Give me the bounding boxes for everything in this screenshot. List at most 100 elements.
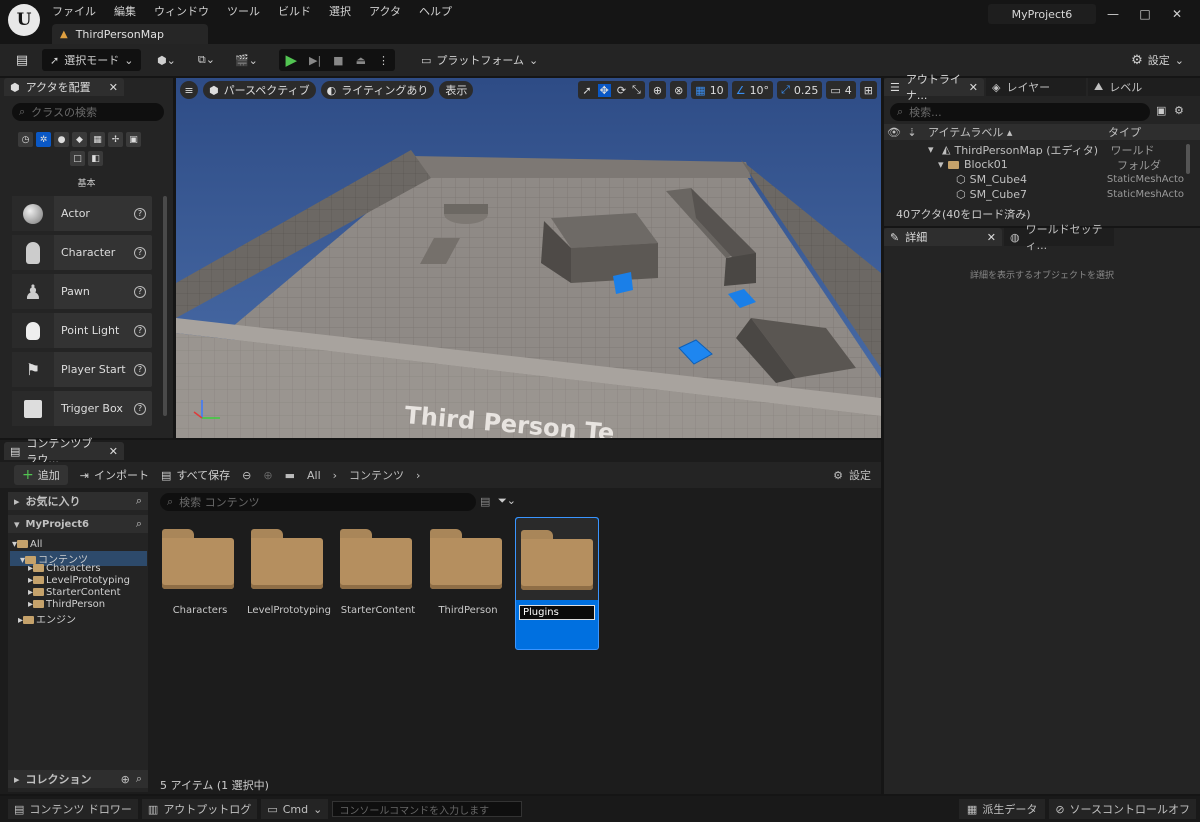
folder-tile[interactable]: LevelPrototyping bbox=[247, 521, 331, 646]
step-icon[interactable]: ▶| bbox=[309, 54, 321, 67]
forward-icon[interactable]: ⊕ bbox=[263, 469, 272, 482]
actor-item-trigger-box[interactable]: Trigger Box? bbox=[12, 391, 152, 426]
add-folder-icon[interactable]: ▣ bbox=[1156, 104, 1166, 117]
content-drawer-button[interactable]: ▤ コンテンツ ドロワー bbox=[8, 799, 138, 819]
breadcrumb-all[interactable]: All bbox=[307, 469, 321, 482]
menu-build[interactable]: ビルド bbox=[278, 3, 311, 19]
recent-icon[interactable]: ◷ bbox=[18, 132, 33, 147]
show-button[interactable]: 表示 bbox=[439, 81, 474, 99]
menu-file[interactable]: ファイル bbox=[52, 3, 96, 19]
collapse-icon[interactable]: ▾ bbox=[938, 158, 946, 171]
folder-rename-input[interactable]: Plugins bbox=[519, 605, 595, 620]
tab-content-browser[interactable]: ▤ コンテンツブラウ... ✕ bbox=[4, 437, 124, 466]
collapse-icon[interactable]: ▾ bbox=[928, 143, 936, 156]
maximize-icon[interactable]: □ bbox=[1138, 7, 1152, 21]
tree-item-characters[interactable]: ▸ Characters bbox=[28, 563, 101, 574]
actor-item-pawn[interactable]: ♟ Pawn? bbox=[12, 274, 152, 309]
import-button[interactable]: ⇥ インポート bbox=[80, 464, 149, 486]
save-search-icon[interactable]: ▤ bbox=[480, 495, 490, 508]
scrollbar[interactable] bbox=[163, 196, 167, 416]
close-icon[interactable]: ✕ bbox=[109, 445, 118, 458]
close-icon[interactable]: ✕ bbox=[969, 81, 978, 94]
outliner-row[interactable]: ▾ Block01 フォルダ bbox=[884, 157, 1184, 172]
stop-icon[interactable]: ■ bbox=[333, 54, 343, 67]
tree-item-thirdperson[interactable]: ▸ ThirdPerson bbox=[28, 599, 105, 610]
basic-icon[interactable]: ✲ bbox=[36, 132, 51, 147]
add-button[interactable]: + 追加 bbox=[14, 465, 68, 485]
menu-edit[interactable]: 編集 bbox=[114, 3, 136, 19]
help-icon[interactable]: ? bbox=[134, 207, 146, 220]
item-label-header[interactable]: アイテムラベル ▴ bbox=[928, 124, 1108, 140]
select-tool-icon[interactable]: ➚ bbox=[582, 84, 591, 97]
menu-actor[interactable]: アクタ bbox=[369, 3, 401, 19]
tree-item-startercontent[interactable]: ▸ StarterContent bbox=[28, 587, 121, 598]
derived-data-button[interactable]: ▦ 派生データ bbox=[958, 799, 1046, 819]
pin-icon[interactable]: ⇣ bbox=[904, 126, 920, 139]
cb-settings-button[interactable]: ⚙ 設定 bbox=[833, 467, 871, 483]
cmd-selector[interactable]: ▭ Cmd ⌄ bbox=[261, 799, 329, 819]
viewport-menu-icon[interactable]: ≡ bbox=[180, 81, 198, 99]
play-options-icon[interactable]: ⋮ bbox=[378, 54, 389, 67]
tab-world-settings[interactable]: ◍ ワールドセッティ... bbox=[1004, 223, 1114, 252]
add-actor-icon[interactable]: ⬢⌄ bbox=[151, 49, 181, 71]
menu-select[interactable]: 選択 bbox=[329, 3, 351, 19]
lighting-button[interactable]: ◐ ライティングあり bbox=[320, 81, 435, 99]
select-mode-button[interactable]: ➚ 選択モード ⌄ bbox=[42, 49, 142, 71]
close-icon[interactable]: ✕ bbox=[109, 81, 118, 94]
outliner-search-input[interactable]: ⌕ 検索... bbox=[890, 103, 1150, 121]
tab-map[interactable]: ▲ ThirdPersonMap bbox=[52, 24, 208, 44]
outliner-row[interactable]: ⬡ SM_Cube7 StaticMeshActo bbox=[884, 187, 1184, 202]
outliner-row[interactable]: ⬡ SM_Cube4 StaticMeshActo bbox=[884, 172, 1184, 187]
platform-button[interactable]: ▭ プラットフォーム ⌄ bbox=[421, 49, 538, 71]
type-header[interactable]: タイプ bbox=[1108, 124, 1141, 140]
tab-levels[interactable]: ⛰ レベル bbox=[1088, 78, 1200, 96]
save-all-button[interactable]: ▤ すべて保存 bbox=[161, 464, 230, 486]
menu-tools[interactable]: ツール bbox=[227, 3, 260, 19]
translate-tool-icon[interactable]: ✥ bbox=[597, 83, 611, 97]
tab-layers[interactable]: ◈ レイヤー bbox=[986, 78, 1086, 96]
all-classes-icon[interactable]: □ bbox=[70, 151, 85, 166]
project-header[interactable]: ▾ MyProject6 ⌕ bbox=[8, 515, 148, 533]
console-input[interactable]: コンソールコマンドを入力します bbox=[332, 801, 523, 817]
tree-item-engine[interactable]: ▸ エンジン bbox=[18, 611, 76, 626]
close-icon[interactable]: ✕ bbox=[1170, 7, 1184, 21]
class-search-input[interactable]: ⌕ クラスの検索 bbox=[12, 103, 164, 121]
outliner-row[interactable]: ▾ ◭ ThirdPersonMap (エディタ) ワールド bbox=[884, 142, 1184, 157]
gear-icon[interactable]: ⚙ bbox=[1174, 104, 1184, 117]
actor-item-actor[interactable]: Actor? bbox=[12, 196, 152, 231]
play-icon[interactable]: ▶ bbox=[285, 51, 297, 69]
actor-item-player-start[interactable]: ⚑ Player Start? bbox=[12, 352, 152, 387]
visual-effects-icon[interactable]: ✢ bbox=[108, 132, 123, 147]
scrollbar[interactable] bbox=[1186, 144, 1190, 174]
help-icon[interactable]: ? bbox=[134, 402, 146, 415]
search-icon[interactable]: ⌕ bbox=[136, 772, 142, 786]
close-icon[interactable]: ✕ bbox=[987, 231, 996, 244]
favorites-header[interactable]: ▸ お気に入り ⌕ bbox=[8, 492, 148, 510]
collections-header[interactable]: ▸ コレクション ⊕ ⌕ bbox=[8, 770, 148, 788]
camera-speed-button[interactable]: ▭ 4 bbox=[826, 81, 856, 99]
cinematic-icon[interactable]: ▦ bbox=[90, 132, 105, 147]
content-search-input[interactable]: ⌕ 検索 コンテンツ bbox=[160, 493, 476, 511]
add-collection-icon[interactable]: ⊕ bbox=[121, 773, 130, 786]
source-control-button[interactable]: ⊘ ソースコントロールオフ bbox=[1049, 799, 1196, 819]
blueprint-icon[interactable]: ⧉⌄ bbox=[191, 49, 221, 71]
lights-icon[interactable]: ● bbox=[54, 132, 69, 147]
rotate-tool-icon[interactable]: ⟳ bbox=[617, 84, 626, 97]
grid-snap-button[interactable]: ▦ 10 bbox=[691, 81, 728, 99]
settings-button[interactable]: ⚙ 設定 ⌄ bbox=[1131, 49, 1184, 71]
folder-tile[interactable]: Characters bbox=[162, 521, 238, 646]
menu-help[interactable]: ヘルプ bbox=[419, 3, 452, 19]
level-viewport[interactable]: Third Person Te ≡ ⬢ パースペクティブ ◐ ライティングあり … bbox=[176, 78, 881, 438]
tab-outliner[interactable]: ☰ アウトライナ... ✕ bbox=[884, 73, 984, 102]
visibility-icon[interactable]: 👁 bbox=[884, 126, 904, 139]
unreal-logo-icon[interactable]: U bbox=[8, 4, 40, 36]
tab-details[interactable]: ✎ 詳細 ✕ bbox=[884, 228, 1002, 246]
output-log-button[interactable]: ▥ アウトプットログ bbox=[141, 799, 258, 819]
eject-icon[interactable]: ⏏ bbox=[356, 54, 366, 67]
folder-tile[interactable]: ThirdPerson bbox=[430, 521, 506, 646]
menu-window[interactable]: ウィンドウ bbox=[154, 3, 209, 19]
filter-icon[interactable]: ⏷⌄ bbox=[498, 494, 516, 508]
search-icon[interactable]: ⌕ bbox=[136, 494, 142, 508]
folder-tile-selected[interactable]: Plugins bbox=[515, 517, 599, 650]
tree-item-levelprototyping[interactable]: ▸ LevelPrototyping bbox=[28, 575, 130, 586]
